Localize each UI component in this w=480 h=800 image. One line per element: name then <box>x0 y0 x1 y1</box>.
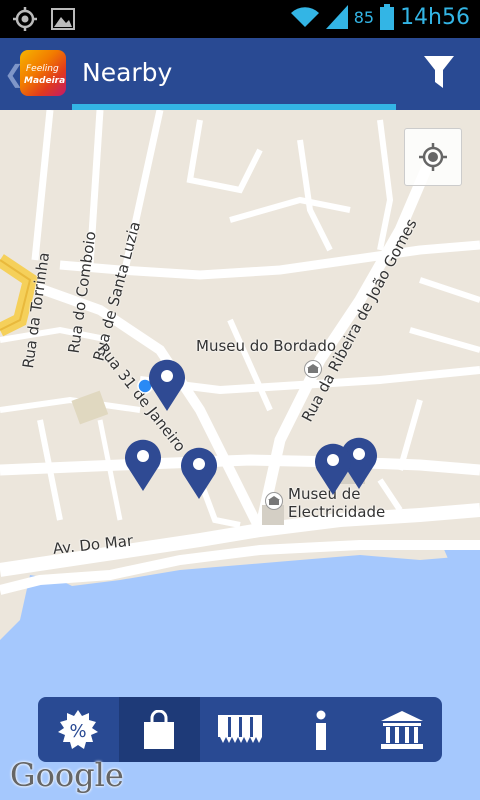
shopping-bag-icon <box>144 709 175 749</box>
app-logo[interactable]: Feeling Madeira <box>20 50 66 96</box>
logo-text-line1: Feeling <box>26 64 59 74</box>
battery-level: 85 <box>353 7 375 27</box>
bottom-navigation: % <box>38 697 442 762</box>
poi-label-museu-bordado: Museu do Bordado <box>196 337 337 355</box>
tab-shopping[interactable] <box>118 697 200 762</box>
tab-events[interactable] <box>200 697 281 762</box>
google-attribution: Google <box>10 756 124 794</box>
my-location-button[interactable] <box>404 128 462 186</box>
museum-icon <box>380 710 423 749</box>
tab-info[interactable] <box>280 697 361 762</box>
gps-icon <box>13 7 37 31</box>
page-title: Nearby <box>82 58 173 87</box>
map-marker[interactable] <box>146 356 188 412</box>
tab-museums[interactable] <box>361 697 442 762</box>
map-marker[interactable] <box>122 436 164 492</box>
map-marker[interactable] <box>178 444 220 500</box>
clock: 14h56 <box>400 4 470 30</box>
map-marker[interactable] <box>312 440 354 496</box>
signal-icon <box>325 5 348 29</box>
tab-discounts[interactable]: % <box>38 697 119 762</box>
museum-poi-icon[interactable] <box>265 492 283 510</box>
filter-icon[interactable] <box>424 56 454 90</box>
wifi-icon <box>290 7 319 27</box>
status-bar: 85 14h56 <box>0 0 480 38</box>
action-bar: ❮ Feeling Madeira Nearby <box>0 38 480 110</box>
percent-icon: % <box>58 709 99 749</box>
svg-text:%: % <box>70 721 87 742</box>
image-icon <box>51 8 75 30</box>
logo-text-line2: Madeira <box>24 76 66 86</box>
info-icon <box>315 710 326 750</box>
battery-icon <box>380 4 395 30</box>
ticket-icon <box>217 714 262 743</box>
museum-poi-icon[interactable] <box>304 360 322 378</box>
crosshair-icon <box>419 143 447 171</box>
